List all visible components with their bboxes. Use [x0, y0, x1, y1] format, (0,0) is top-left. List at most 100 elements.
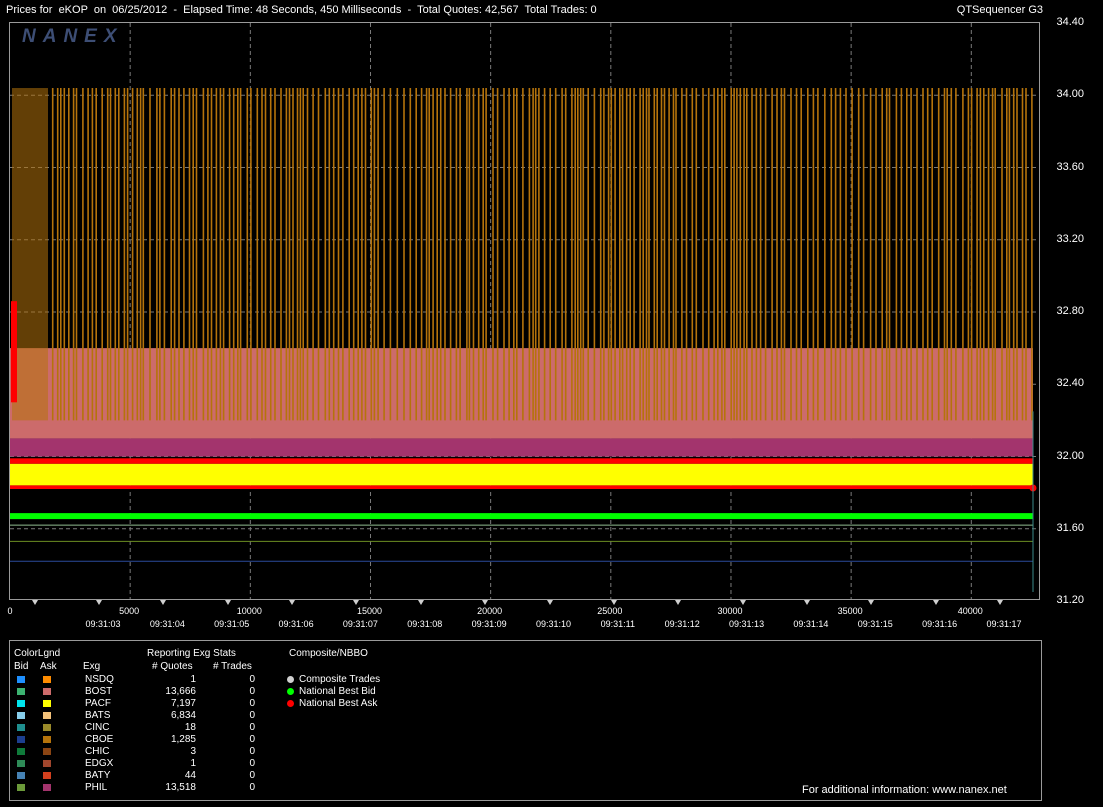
exg-name: CHIC	[85, 746, 110, 757]
trade-count: 0	[249, 710, 255, 721]
composite-dot-icon	[287, 676, 294, 683]
quote-count: 1,285	[170, 734, 196, 745]
trade-count: 0	[249, 782, 255, 793]
time-label: 09:31:14	[793, 619, 829, 629]
time-marker-icon	[546, 600, 553, 605]
exg-name: NSDQ	[85, 674, 114, 685]
ask-swatch	[43, 688, 51, 695]
time-marker-icon	[224, 600, 231, 605]
ask-swatch	[43, 772, 51, 779]
time-marker-icon	[868, 600, 875, 605]
exg-heading: Exg	[83, 661, 101, 672]
composite-heading: Composite/NBBO	[289, 648, 368, 659]
quote-count: 7,197	[170, 698, 196, 709]
reporting-heading: Reporting Exg Stats	[147, 648, 236, 659]
time-marker-icon	[417, 600, 424, 605]
trade-count: 0	[249, 734, 255, 745]
trade-count: 0	[249, 722, 255, 733]
x-tick-label: 0	[7, 606, 13, 616]
exg-name: PHIL	[85, 782, 108, 793]
bid-swatch	[17, 748, 25, 755]
time-label: 09:31:16	[922, 619, 958, 629]
ask-swatch	[43, 748, 51, 755]
composite-label: Composite Trades	[299, 674, 381, 685]
bid-swatch	[17, 772, 25, 779]
ask-swatch	[43, 760, 51, 767]
time-label: 09:31:09	[471, 619, 507, 629]
composite-dot-icon	[287, 688, 294, 695]
quote-count: 1	[190, 674, 196, 685]
exg-name: BATY	[85, 770, 111, 781]
bid-swatch	[17, 736, 25, 743]
time-marker-icon	[997, 600, 1003, 605]
exg-name: CINC	[85, 722, 110, 733]
quote-count: 1	[190, 758, 196, 769]
x-tick-label: 25000	[597, 606, 623, 616]
trade-count: 0	[249, 698, 255, 709]
y-tick-label: 34.40	[1056, 16, 1084, 28]
x-tick-label: 30000	[717, 606, 743, 616]
ask-swatch	[43, 712, 51, 719]
trade-count: 0	[249, 686, 255, 697]
legend-panel: ColorLgnd Bid Ask Exg Reporting Exg Stat…	[9, 640, 1042, 801]
colorlgnd-heading: ColorLgnd	[14, 648, 61, 659]
time-label: 09:31:12	[664, 619, 700, 629]
time-marker-icon	[289, 600, 296, 605]
time-label: 09:31:17	[986, 619, 1022, 629]
composite-label: National Best Ask	[299, 698, 378, 709]
nanex-logo: NANEX	[22, 26, 124, 47]
time-label: 09:31:15	[857, 619, 893, 629]
composite-dot-icon	[287, 700, 294, 707]
bid-swatch	[17, 784, 25, 791]
trade-count: 0	[249, 770, 255, 781]
bid-swatch	[17, 700, 25, 707]
x-tick-label: 20000	[477, 606, 503, 616]
time-label: 09:31:05	[214, 619, 250, 629]
y-axis-labels: 34.40 34.00 33.60 33.20 32.80 32.40 32.00 31.60…	[1040, 0, 1103, 610]
quote-count: 13,518	[165, 782, 196, 793]
nbbo-ask-band	[10, 485, 1033, 490]
time-marker-icon	[675, 600, 682, 605]
y-tick-label: 32.80	[1056, 305, 1084, 317]
exg-name: CBOE	[85, 734, 114, 745]
x-tick-label: 35000	[837, 606, 863, 616]
bid-heading: Bid	[14, 661, 29, 672]
price-chart[interactable]	[9, 22, 1040, 600]
title-bar: Prices for eKOP on 06/25/2012 - Elapsed …	[0, 0, 1103, 20]
footer-link[interactable]: For additional information: www.nanex.ne…	[802, 784, 1007, 796]
x-tick-label: 5000	[119, 606, 140, 616]
time-marker-icon	[353, 600, 360, 605]
y-tick-label: 31.20	[1056, 594, 1084, 606]
y-tick-label: 32.00	[1056, 449, 1084, 462]
ask-heading: Ask	[40, 661, 57, 672]
time-marker-icon	[160, 600, 167, 605]
time-label: 09:31:13	[729, 619, 765, 629]
x-axis: 0 5000 10000 15000 20000 25000 30000 35000 40000…	[0, 600, 1040, 632]
bid-swatch	[17, 712, 25, 719]
quotes-heading: # Quotes	[152, 661, 193, 672]
trade-count: 0	[249, 758, 255, 769]
exg-name: BATS	[85, 710, 111, 721]
quote-count: 44	[184, 770, 196, 781]
time-marker-icon	[932, 600, 939, 605]
time-marker-icon	[482, 600, 489, 605]
x-tick-label: 10000	[236, 606, 262, 616]
y-tick-label: 33.20	[1056, 232, 1084, 245]
exg-name: EDGX	[85, 758, 114, 769]
ask-swatch	[43, 724, 51, 731]
time-label: 09:31:04	[149, 619, 185, 629]
y-tick-label: 34.00	[1056, 88, 1084, 101]
time-marker-icon	[32, 600, 38, 605]
ask-swatch	[43, 784, 51, 791]
trade-count: 0	[249, 674, 255, 685]
time-label: 09:31:10	[535, 619, 572, 629]
time-marker-icon	[610, 600, 617, 605]
bid-swatch	[17, 724, 25, 731]
series-band	[10, 438, 1033, 457]
time-label: 09:31:08	[407, 619, 443, 629]
time-label: 09:31:11	[600, 619, 636, 629]
trade-count: 0	[249, 746, 255, 757]
quote-count: 18	[184, 722, 196, 733]
series-band	[10, 463, 1033, 486]
bid-swatch	[17, 760, 25, 767]
